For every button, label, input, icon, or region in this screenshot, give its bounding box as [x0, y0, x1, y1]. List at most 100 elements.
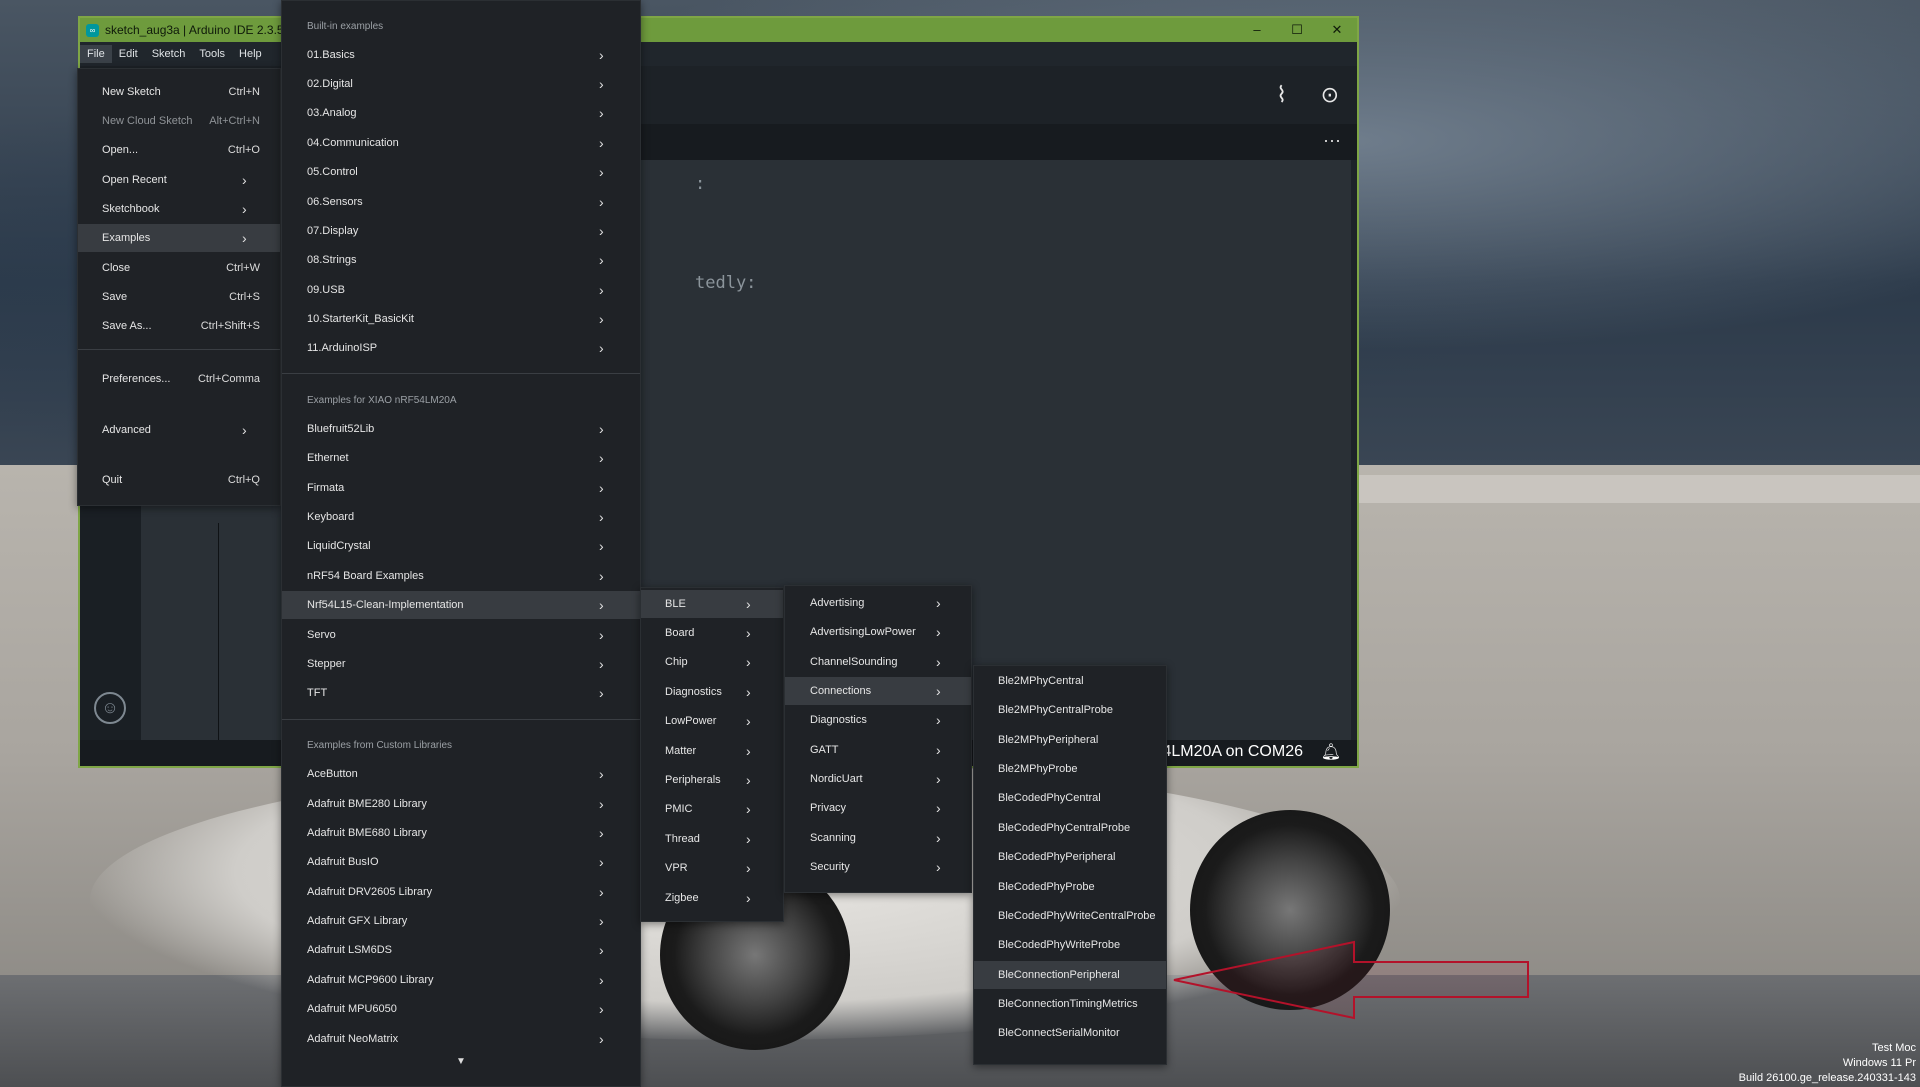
menu-item-ble-category[interactable]: AdvertisingLowPower ›	[785, 618, 971, 646]
notification-bell-icon[interactable]: 🔔︎	[1321, 742, 1341, 762]
menu-item-example[interactable]: 06.Sensors ›	[282, 188, 640, 216]
menu-item-example[interactable]: 01.Basics ›	[282, 41, 640, 69]
menu-item-ble-category[interactable]: GATT ›	[785, 736, 971, 764]
menu-item-label: Ble2MPhyCentralProbe	[998, 704, 1113, 716]
menu-item-nrf54l15-clean[interactable]: Nrf54L15-Clean-Implementation ›	[282, 591, 640, 619]
menu-item-category[interactable]: Zigbee ›	[641, 884, 783, 912]
menu-item-example[interactable]: nRF54 Board Examples ›	[282, 562, 640, 590]
close-icon[interactable]: ✕	[1317, 22, 1357, 38]
menu-item-sketchbook[interactable]: Sketchbook ›	[78, 195, 280, 223]
menu-item-category[interactable]: Peripherals ›	[641, 766, 783, 794]
menu-item-ble-category[interactable]: Scanning ›	[785, 824, 971, 852]
chevron-right-icon: ›	[599, 685, 604, 701]
menu-item-ble-category[interactable]: Advertising ›	[785, 589, 971, 617]
menu-item-example[interactable]: Adafruit LSM6DS ›	[282, 936, 640, 964]
menu-item-example[interactable]: Stepper ›	[282, 650, 640, 678]
menu-item-example[interactable]: Adafruit GFX Library ›	[282, 907, 640, 935]
menu-item-sketch[interactable]: Ble2MPhyPeripheral	[974, 726, 1166, 754]
menu-item-ble-category[interactable]: Diagnostics ›	[785, 706, 971, 734]
menu-item-save[interactable]: Save Ctrl+S	[78, 283, 280, 311]
menu-item-example[interactable]: Servo ›	[282, 621, 640, 649]
menu-item-example[interactable]: LiquidCrystal ›	[282, 532, 640, 560]
menu-item-open-recent[interactable]: Open Recent ›	[78, 166, 280, 194]
menu-item-connections[interactable]: Connections ›	[785, 677, 971, 705]
menu-item-example[interactable]: 10.StarterKit_BasicKit ›	[282, 305, 640, 333]
menu-item-example[interactable]: 09.USB ›	[282, 276, 640, 304]
minimize-icon[interactable]: –	[1237, 22, 1277, 38]
menu-item-example[interactable]: TFT ›	[282, 679, 640, 707]
menu-item-category[interactable]: VPR ›	[641, 854, 783, 882]
menu-item-ble-category[interactable]: Security ›	[785, 853, 971, 881]
menu-item-sketch[interactable]: BleCodedPhyWriteCentralProbe	[974, 902, 1166, 930]
menu-item-category[interactable]: Board ›	[641, 619, 783, 647]
menu-item-example[interactable]: Adafruit BME280 Library ›	[282, 790, 640, 818]
menu-item-sketch[interactable]: BleCodedPhyPeripheral	[974, 843, 1166, 871]
menu-item-sketch[interactable]: BleConnectionTimingMetrics	[974, 990, 1166, 1018]
menu-item-example[interactable]: Adafruit NeoMatrix ›	[282, 1025, 640, 1053]
menu-item-ble[interactable]: BLE ›	[641, 590, 783, 618]
menu-item-example[interactable]: Keyboard ›	[282, 503, 640, 531]
menu-item-sketch[interactable]: BleCodedPhyProbe	[974, 873, 1166, 901]
menu-item-sketch[interactable]: Ble2MPhyCentral	[974, 667, 1166, 695]
menu-item-example[interactable]: Ethernet ›	[282, 444, 640, 472]
menu-item-category[interactable]: LowPower ›	[641, 707, 783, 735]
menu-sketch[interactable]: Sketch	[145, 45, 193, 63]
menu-item-sketch[interactable]: BleConnectSerialMonitor	[974, 1019, 1166, 1047]
menu-item-example[interactable]: Adafruit MPU6050 ›	[282, 995, 640, 1023]
menu-item-sketch[interactable]: BleCodedPhyCentral	[974, 784, 1166, 812]
menu-item-category[interactable]: Diagnostics ›	[641, 678, 783, 706]
menu-item-ble-category[interactable]: NordicUart ›	[785, 765, 971, 793]
menu-help[interactable]: Help	[232, 45, 269, 63]
menu-file[interactable]: File	[80, 45, 112, 63]
shortcut-label: Ctrl+W	[226, 262, 260, 274]
menu-item-example[interactable]: AceButton ›	[282, 760, 640, 788]
menu-item-example[interactable]: 08.Strings ›	[282, 246, 640, 274]
menu-item-label: BleCodedPhyPeripheral	[998, 851, 1116, 863]
menu-item-quit[interactable]: Quit Ctrl+Q	[78, 466, 280, 494]
menu-item-example[interactable]: 04.Communication ›	[282, 129, 640, 157]
menu-item-example[interactable]: 11.ArduinoISP ›	[282, 334, 640, 362]
serial-plotter-icon[interactable]: ⌇	[1276, 82, 1287, 108]
menu-tools[interactable]: Tools	[192, 45, 232, 63]
menu-item-ble-connection-peripheral[interactable]: BleConnectionPeripheral	[974, 961, 1166, 989]
scroll-down-icon[interactable]: ▼	[456, 1056, 466, 1067]
menu-edit[interactable]: Edit	[112, 45, 145, 63]
menu-item-label: Adafruit MPU6050	[307, 1003, 397, 1015]
menu-item-example[interactable]: Adafruit BusIO ›	[282, 848, 640, 876]
menu-item-sketch[interactable]: BleCodedPhyCentralProbe	[974, 814, 1166, 842]
board-port-status[interactable]: 54LM20A on COM26	[1154, 743, 1303, 761]
menu-item-example[interactable]: 03.Analog ›	[282, 99, 640, 127]
profile-icon[interactable]: ☺	[94, 692, 126, 724]
shortcut-label: Ctrl+O	[227, 144, 260, 156]
menu-item-sketch[interactable]: Ble2MPhyCentralProbe	[974, 696, 1166, 724]
menu-item-examples[interactable]: Examples ›	[78, 224, 280, 252]
menu-item-new-sketch[interactable]: New Sketch Ctrl+N	[78, 78, 280, 106]
menu-item-label: BleCodedPhyProbe	[998, 881, 1095, 893]
serial-monitor-icon[interactable]: ⊙	[1321, 82, 1339, 108]
menu-item-ble-category[interactable]: ChannelSounding ›	[785, 648, 971, 676]
menu-item-preferences[interactable]: Preferences... Ctrl+Comma	[78, 365, 280, 393]
menu-item-save-as[interactable]: Save As... Ctrl+Shift+S	[78, 312, 280, 340]
menu-item-example[interactable]: Firmata ›	[282, 474, 640, 502]
maximize-icon[interactable]: ☐	[1277, 22, 1317, 38]
menu-item-example[interactable]: Adafruit DRV2605 Library ›	[282, 878, 640, 906]
menu-item-advanced[interactable]: Advanced ›	[78, 416, 280, 444]
menu-item-example[interactable]: Adafruit MCP9600 Library ›	[282, 966, 640, 994]
menu-item-category[interactable]: Thread ›	[641, 825, 783, 853]
menu-item-category[interactable]: PMIC ›	[641, 795, 783, 823]
menu-item-example[interactable]: 07.Display ›	[282, 217, 640, 245]
menu-item-category[interactable]: Chip ›	[641, 648, 783, 676]
menu-item-example[interactable]: 02.Digital ›	[282, 70, 640, 98]
title-bar[interactable]: ∞ sketch_aug3a | Arduino IDE 2.3.5 – ☐ ✕	[80, 18, 1357, 42]
menu-item-example[interactable]: 05.Control ›	[282, 158, 640, 186]
menu-item-close[interactable]: Close Ctrl+W	[78, 254, 280, 282]
menu-item-sketch[interactable]: Ble2MPhyProbe	[974, 755, 1166, 783]
menu-item-example[interactable]: Bluefruit52Lib ›	[282, 415, 640, 443]
menu-item-sketch[interactable]: BleCodedPhyWriteProbe	[974, 931, 1166, 959]
chevron-right-icon: ›	[599, 796, 604, 812]
menu-item-open[interactable]: Open... Ctrl+O	[78, 136, 280, 164]
more-options-icon[interactable]: ···	[1323, 130, 1341, 151]
menu-item-ble-category[interactable]: Privacy ›	[785, 794, 971, 822]
menu-item-example[interactable]: Adafruit BME680 Library ›	[282, 819, 640, 847]
menu-item-category[interactable]: Matter ›	[641, 737, 783, 765]
